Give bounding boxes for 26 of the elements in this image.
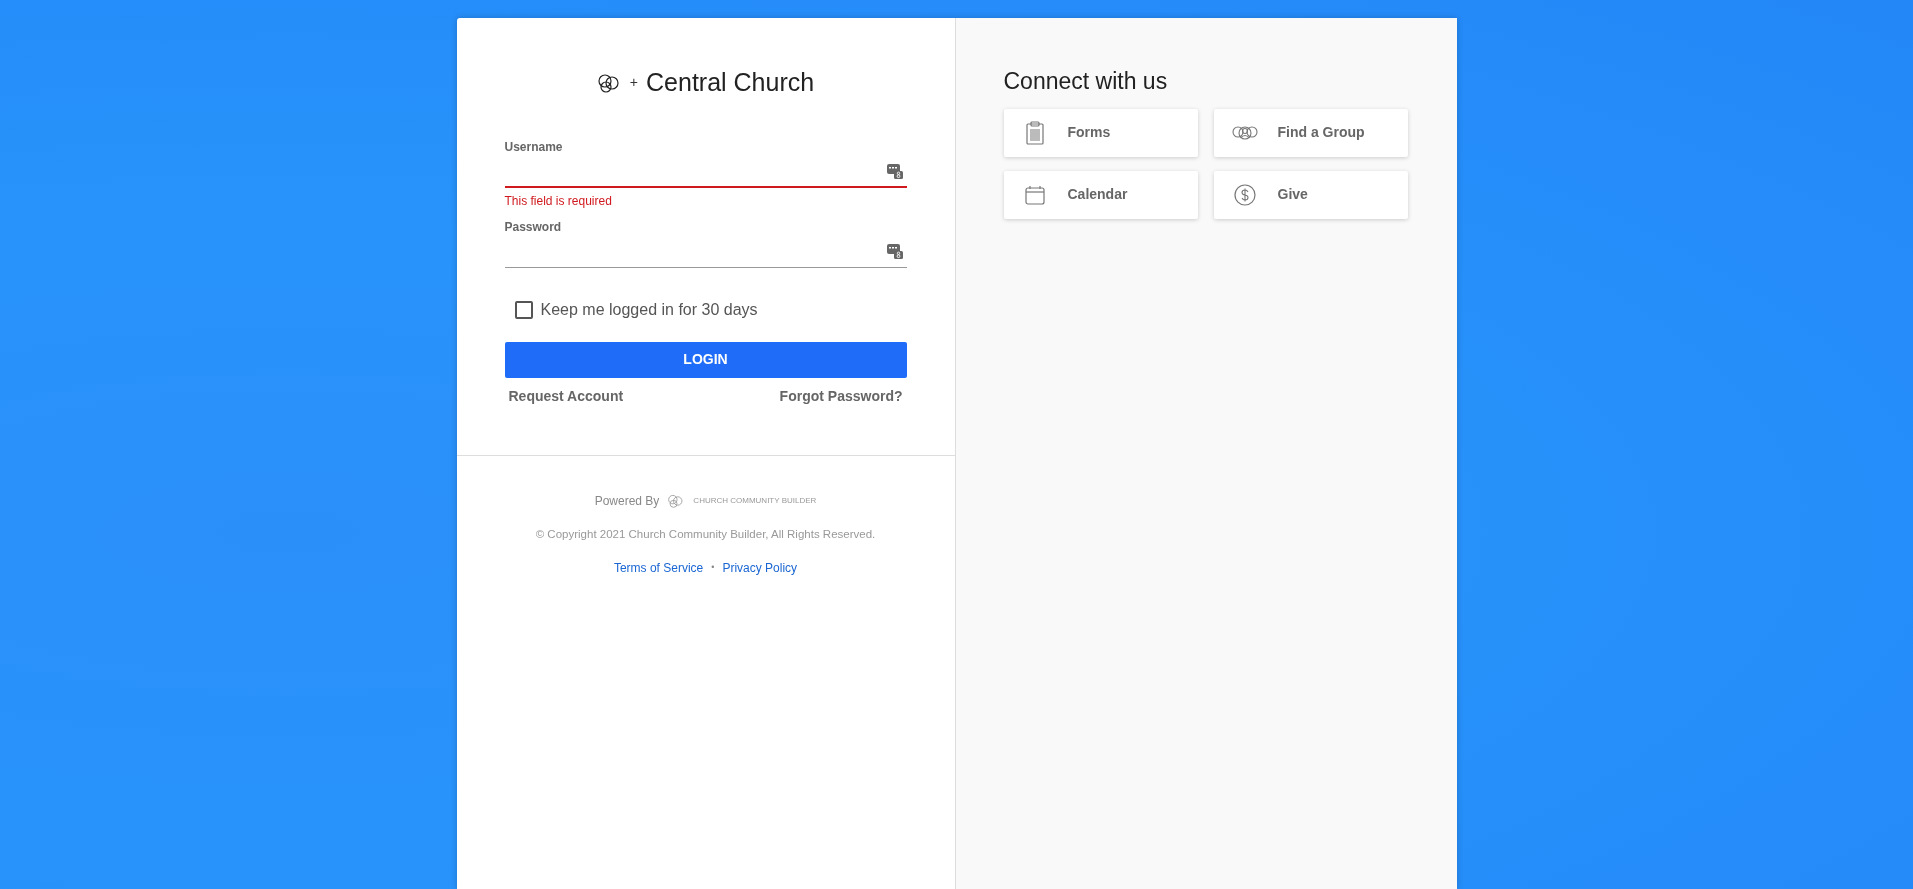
- keyboard-icon: [886, 162, 903, 179]
- login-button[interactable]: LOGIN: [504, 341, 907, 378]
- plus-sign: +: [629, 73, 638, 93]
- request-account-link[interactable]: Request Account: [508, 385, 624, 407]
- builder-name: CHURCH COMMUNITY BUILDER: [693, 494, 817, 507]
- checkbox[interactable]: [514, 300, 533, 319]
- dollar-coin-icon: [1231, 183, 1258, 206]
- footer-link[interactable]: Terms of Service: [613, 558, 704, 577]
- error-message: This field is required: [504, 192, 613, 210]
- connect-tile[interactable]: Find a Group: [1213, 108, 1408, 157]
- connect-tile[interactable]: Forms: [1003, 108, 1198, 157]
- footer-link[interactable]: Privacy Policy: [722, 558, 798, 577]
- forgot-password-link[interactable]: Forgot Password?: [779, 385, 903, 407]
- field-label: Password: [504, 218, 563, 236]
- logo-icon: [596, 72, 622, 93]
- field-label: Username: [504, 138, 564, 156]
- checkbox-label[interactable]: Keep me logged in for 30 days: [540, 297, 758, 322]
- connect-tile[interactable]: Give: [1213, 170, 1408, 219]
- connect-tile[interactable]: Calendar: [1003, 170, 1198, 219]
- copyright-text: © Copyright 2021 Church Community Builder, All Rights Reserved.: [535, 526, 876, 542]
- powered-by-text: Powered By: [594, 492, 660, 510]
- keyboard-icon: [886, 243, 903, 259]
- church-name: Central Church: [646, 67, 815, 98]
- people-icon: [1231, 123, 1258, 142]
- separator-dot: •: [711, 561, 715, 574]
- section-title: Connect with us: [1003, 67, 1169, 96]
